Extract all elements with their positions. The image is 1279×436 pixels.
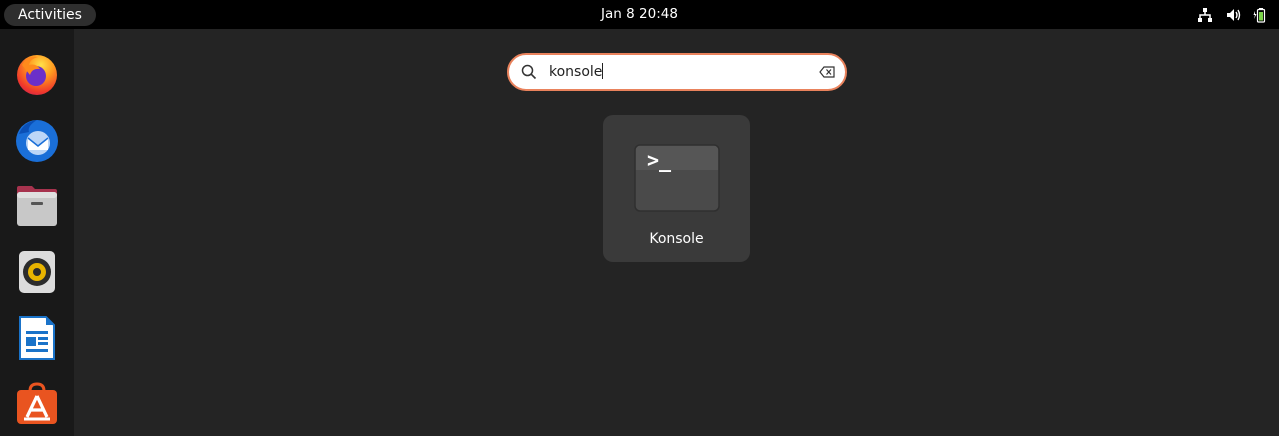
battery-icon[interactable]: [1253, 7, 1269, 23]
clock[interactable]: Jan 8 20:48: [0, 0, 1279, 29]
system-tray[interactable]: [1197, 0, 1269, 29]
text-caret: [602, 63, 604, 79]
search-field[interactable]: konsole: [507, 53, 847, 91]
dock-item-app-center[interactable]: [11, 378, 63, 430]
dock-item-files[interactable]: [11, 180, 63, 232]
search-input[interactable]: konsole: [549, 55, 604, 89]
network-icon[interactable]: [1197, 7, 1213, 23]
files-icon: [17, 186, 57, 226]
terminal-icon: >_: [634, 144, 720, 212]
dock-item-libreoffice-writer[interactable]: [11, 312, 63, 364]
volume-icon[interactable]: [1225, 7, 1241, 23]
overview: konsole >_ Konsole: [74, 29, 1279, 436]
app-center-icon: [17, 382, 57, 424]
search-result-label: Konsole: [649, 231, 704, 247]
dock-item-rhythmbox[interactable]: [11, 246, 63, 298]
dock-item-firefox[interactable]: [11, 48, 63, 100]
top-bar: Activities Jan 8 20:48: [0, 0, 1279, 29]
dock: [0, 29, 74, 436]
search-icon: [521, 64, 537, 80]
firefox-icon: [17, 55, 57, 95]
dock-item-thunderbird[interactable]: [11, 114, 63, 166]
search-result-konsole[interactable]: >_ Konsole: [603, 115, 750, 262]
libreoffice-writer-icon: [19, 316, 55, 360]
rhythmbox-icon: [19, 251, 55, 293]
thunderbird-icon: [16, 120, 58, 162]
clear-text-icon[interactable]: [819, 66, 835, 78]
terminal-prompt: >_: [647, 148, 672, 172]
